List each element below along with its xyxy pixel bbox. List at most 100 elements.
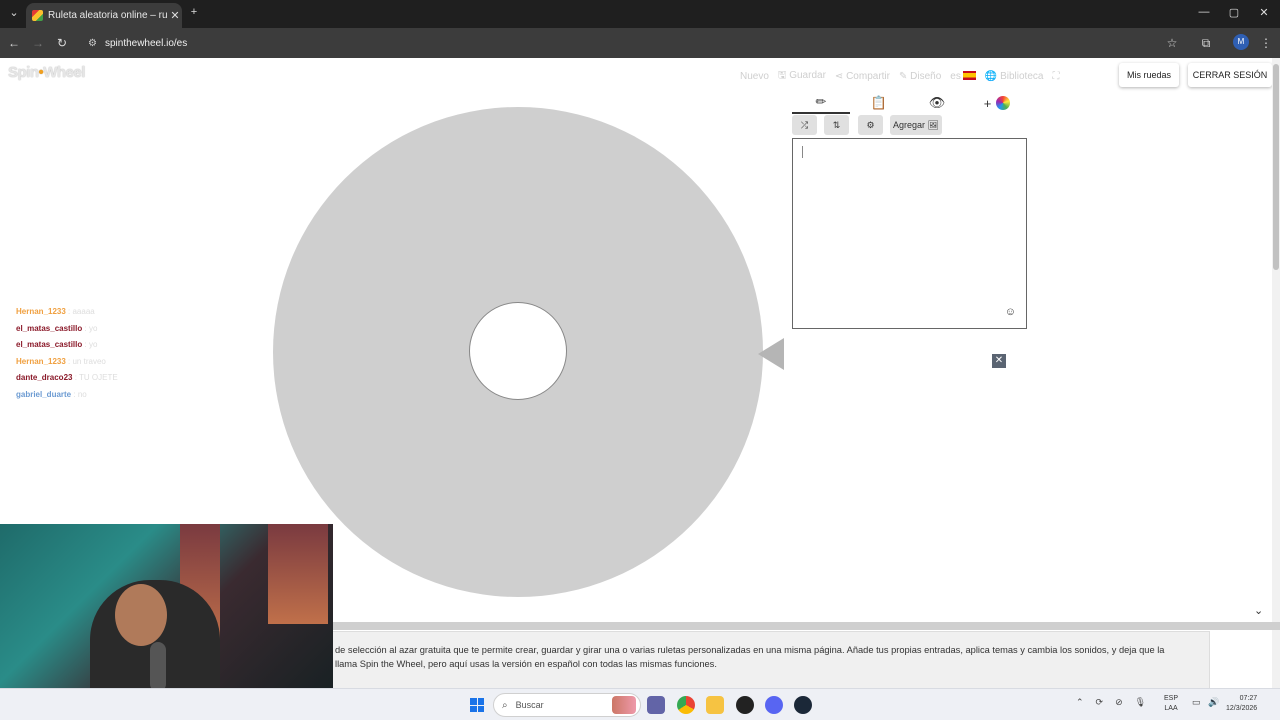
close-icon[interactable]: ✕ — [992, 354, 1006, 368]
diseno-label: Diseño — [910, 70, 942, 82]
chat-overlay: Hernan_1233 : aaaaa el_matas_castillo : y… — [16, 304, 118, 403]
tray-display-icon[interactable]: ▭ — [1192, 697, 1201, 708]
chat-message: dante_draco23 : TU OJETE — [16, 370, 118, 387]
tab-add-wheel[interactable]: + — [968, 92, 1026, 114]
language-selector[interactable]: es — [950, 71, 976, 82]
new-tab-icon[interactable]: + — [186, 6, 202, 18]
system-clock[interactable]: 07:27 12/3/2026 — [1226, 694, 1257, 714]
eye-off-icon: 👁 — [928, 95, 946, 110]
tray-mic-icon[interactable]: 🎙 — [1135, 697, 1146, 708]
chat-username: el_matas_castillo — [16, 323, 83, 333]
tab-edit[interactable]: ✏ — [792, 92, 850, 114]
url-text: spinthewheel.io/es — [104, 37, 188, 49]
url-input[interactable]: ⚙ spinthewheel.io/es — [80, 32, 1188, 54]
chrome-icon[interactable] — [677, 696, 695, 714]
language-indicator[interactable]: ESP LAA — [1164, 694, 1178, 714]
chat-message: Hernan_1233 : aaaaa — [16, 304, 118, 321]
scrollbar-thumb[interactable] — [1273, 64, 1279, 270]
steam-icon[interactable] — [794, 696, 812, 714]
chat-text: TU OJETE — [79, 373, 118, 382]
compartir-link[interactable]: ⋖ Compartir — [835, 71, 890, 82]
shuffle-icon: ⤮ — [800, 119, 809, 130]
bookmark-star-icon[interactable]: ☆ — [1164, 36, 1180, 50]
diseno-link[interactable]: ✎ Diseño — [899, 71, 941, 82]
site-info-icon[interactable]: ⚙ — [88, 38, 97, 49]
volume-icon[interactable]: 🔊 — [1208, 697, 1219, 708]
tab-list-chevron-icon[interactable]: ⌄ — [6, 6, 22, 19]
system-tray: ⌃ ⟳ ⊘ 🎙 — [1076, 697, 1146, 708]
maximize-icon[interactable]: ▢ — [1226, 6, 1242, 19]
language-label: es — [950, 70, 961, 82]
shuffle-button[interactable]: ⤮ — [792, 115, 817, 135]
wheel-center-hub[interactable] — [469, 302, 567, 400]
chat-message: el_matas_castillo : yo — [16, 321, 118, 338]
chat-separator: : — [82, 340, 89, 349]
favicon-icon — [32, 10, 43, 21]
agregar-label: Agregar — [893, 120, 926, 130]
streamer-head — [115, 584, 167, 646]
tray-app-icon[interactable]: ⟳ — [1096, 697, 1104, 708]
forward-icon[interactable]: → — [30, 36, 46, 50]
reload-icon[interactable]: ↻ — [54, 36, 70, 50]
gear-icon: ⚙ — [866, 119, 875, 130]
windows-start-icon[interactable] — [470, 698, 484, 712]
window-close-icon[interactable]: ✕ — [1256, 6, 1272, 19]
chevron-down-icon[interactable]: ⌄ — [1254, 604, 1263, 617]
cerrar-sesion-button[interactable]: CERRAR SESIÓN — [1188, 63, 1272, 87]
chat-separator: : — [71, 389, 78, 399]
entries-panel-tabs: ✏ 📋 👁 + — [792, 92, 1026, 114]
discord-icon[interactable] — [765, 696, 783, 714]
chat-separator: : — [82, 323, 89, 333]
obs-icon[interactable] — [736, 696, 754, 714]
clock-time: 07:27 — [1239, 695, 1258, 702]
tray-network-icon[interactable]: ⊘ — [1115, 697, 1123, 708]
teams-icon[interactable] — [647, 696, 665, 714]
chat-username: Hernan_1233 — [16, 307, 66, 316]
sort-button[interactable]: ⇅ — [824, 115, 849, 135]
site-description: de selección al azar gratuita que te per… — [330, 631, 1210, 689]
minimize-icon[interactable]: — — [1196, 6, 1212, 18]
globe-icon: 🌐 — [984, 70, 998, 82]
spain-flag-icon — [962, 71, 976, 81]
page-scrollbar[interactable] — [1272, 58, 1280, 688]
tab-results[interactable]: 📋 — [850, 92, 908, 114]
settings-button[interactable]: ⚙ — [858, 115, 883, 135]
description-line-2: llama Spin the Wheel, pero aquí usas la … — [335, 658, 717, 669]
agregar-button[interactable]: Agregar 🖼 — [890, 115, 942, 135]
fullscreen-icon[interactable]: ⛶ — [1052, 71, 1059, 82]
chat-text: yo — [88, 340, 98, 349]
clipboard-icon: 📋 — [870, 95, 888, 110]
profile-avatar[interactable]: M — [1233, 34, 1249, 50]
browser-menu-icon[interactable]: ⋮ — [1258, 36, 1274, 50]
mis-ruedas-button[interactable]: Mis ruedas — [1119, 63, 1179, 87]
chat-text: yo — [88, 323, 98, 333]
share-icon: ⋖ — [834, 70, 844, 82]
taskbar-search-placeholder: Buscar — [515, 700, 544, 710]
browser-tab[interactable]: Ruleta aleatoria online – ruleta ✕ — [26, 3, 182, 28]
language-line-1: ESP — [1164, 695, 1179, 702]
entries-textarea[interactable]: ☺ — [792, 138, 1027, 329]
microphone — [150, 642, 166, 692]
biblioteca-link[interactable]: 🌐 Biblioteca — [985, 71, 1044, 82]
chat-text: un traveo — [72, 356, 106, 366]
search-highlight-icon[interactable] — [612, 696, 636, 714]
guardar-link[interactable]: 🖫 Guardar — [778, 68, 826, 85]
pencil-icon: ✏ — [815, 94, 827, 109]
emoji-icon[interactable]: ☺ — [1005, 306, 1016, 318]
tab-close-icon[interactable]: ✕ — [168, 9, 182, 22]
chat-username: Hernan_1233 — [16, 356, 66, 366]
file-explorer-icon[interactable] — [706, 696, 724, 714]
description-line-1: de selección al azar gratuita que te per… — [335, 645, 1165, 655]
color-wheel-icon — [996, 96, 1011, 110]
chat-username: el_matas_castillo — [16, 340, 83, 349]
nuevo-link[interactable]: Nuevo — [740, 71, 769, 82]
tab-hidden[interactable]: 👁 — [908, 92, 966, 114]
site-logo[interactable]: Spin•Wheel — [8, 64, 85, 81]
extensions-icon[interactable]: ⧉ — [1198, 36, 1214, 51]
tray-chevron-up-icon[interactable]: ⌃ — [1076, 697, 1084, 708]
chat-message: gabriel_duarte : no — [16, 387, 118, 404]
back-icon[interactable]: ← — [6, 36, 22, 50]
compartir-label: Compartir — [846, 70, 890, 82]
wall-poster — [268, 524, 328, 624]
biblioteca-label: Biblioteca — [1000, 70, 1044, 82]
